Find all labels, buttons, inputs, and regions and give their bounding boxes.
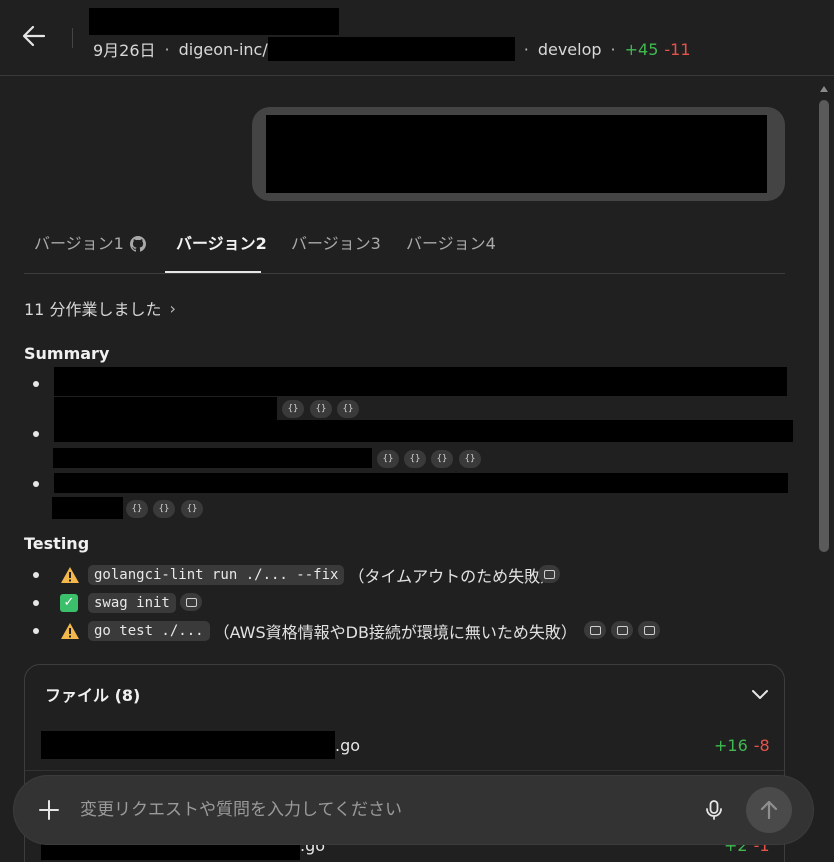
test-command: swag init xyxy=(88,593,176,613)
tab-label: バージョン1 xyxy=(34,234,124,253)
scroll-up-arrow[interactable] xyxy=(820,86,828,92)
summary-heading: Summary xyxy=(24,344,110,363)
summary-text-redacted xyxy=(53,448,372,468)
files-heading: ファイル (8) xyxy=(45,686,141,705)
testing-item: ✓ swag init xyxy=(60,591,176,615)
citation-chip[interactable]: {} xyxy=(337,400,359,418)
summary-text-redacted xyxy=(54,367,787,396)
test-result-note: （タイムアウトのため失敗） xyxy=(348,567,557,586)
chevron-down-icon[interactable] xyxy=(750,684,770,704)
arrow-up-icon xyxy=(760,800,778,820)
deletions-count: -11 xyxy=(664,39,691,59)
file-row-divider xyxy=(25,770,784,771)
task-date: 9月26日 xyxy=(93,41,156,60)
separator-dot: · xyxy=(164,39,170,59)
summary-text-redacted xyxy=(54,420,793,442)
check-icon: ✓ xyxy=(60,594,78,612)
citation-chip[interactable]: {} xyxy=(431,450,453,468)
repo-owner: digeon-inc/ xyxy=(178,39,268,59)
additions-count: +45 xyxy=(624,39,659,59)
summary-text-redacted xyxy=(52,497,123,519)
test-command: golangci-lint run ./... --fix xyxy=(88,565,345,585)
send-button[interactable] xyxy=(746,787,792,833)
summary-text-redacted xyxy=(54,397,277,420)
back-button[interactable] xyxy=(18,20,50,52)
github-icon xyxy=(129,236,146,252)
test-result-note: （AWS資格情報やDB接続が環境に無いため失敗） xyxy=(213,623,577,642)
testing-bullet xyxy=(33,628,39,634)
tab-version-4[interactable]: バージョン4 xyxy=(406,222,496,274)
microphone-icon[interactable] xyxy=(702,798,726,822)
repo-name-redacted xyxy=(267,37,515,61)
tab-label: バージョン2 xyxy=(176,234,267,253)
terminal-log-chip[interactable] xyxy=(584,621,606,639)
work-log-toggle[interactable]: 11 分作業しました › xyxy=(24,296,176,320)
testing-item: go test ./... （AWS資格情報やDB接続が環境に無いため失敗） xyxy=(60,619,577,643)
summary-bullet xyxy=(33,431,39,437)
tab-version-2[interactable]: バージョン2 xyxy=(176,222,267,274)
citation-chip[interactable]: {} xyxy=(310,400,332,418)
separator-dot: · xyxy=(610,39,616,59)
tab-label: バージョン3 xyxy=(291,234,381,253)
separator-dot: · xyxy=(523,39,529,59)
version-tabs: バージョン1 バージョン2 バージョン3 バージョン4 xyxy=(24,222,785,274)
citation-chip[interactable]: {} xyxy=(377,450,399,468)
citation-chip[interactable]: {} xyxy=(282,400,304,418)
testing-bullet xyxy=(33,600,39,606)
tab-label: バージョン4 xyxy=(406,234,496,253)
file-additions: +16 xyxy=(714,736,748,755)
scrollbar-thumb[interactable] xyxy=(819,100,829,552)
summary-bullet xyxy=(33,481,39,487)
test-command: go test ./... xyxy=(88,621,210,641)
terminal-log-chip[interactable] xyxy=(638,621,660,639)
summary-bullet xyxy=(33,381,39,387)
task-meta: 9月26日 · digeon-inc/ · develop · +45 -11 xyxy=(93,37,691,61)
message-input[interactable] xyxy=(80,796,680,824)
testing-item: golangci-lint run ./... --fix （タイムアウトのため… xyxy=(60,563,556,587)
branch-name: develop xyxy=(537,39,602,59)
work-duration-label: 11 分作業しました xyxy=(24,300,162,319)
app-root: 9月26日 · digeon-inc/ · develop · +45 -11 … xyxy=(0,0,834,862)
header: 9月26日 · digeon-inc/ · develop · +45 -11 xyxy=(0,0,834,76)
terminal-log-chip[interactable] xyxy=(538,565,560,583)
file-deletions: -8 xyxy=(753,736,770,755)
testing-heading: Testing xyxy=(24,534,90,553)
user-message-redacted xyxy=(266,115,767,193)
citation-chip[interactable]: {} xyxy=(153,500,175,518)
tab-version-3[interactable]: バージョン3 xyxy=(291,222,381,274)
header-divider xyxy=(72,28,73,48)
warning-icon xyxy=(61,567,79,583)
citation-chip[interactable]: {} xyxy=(459,450,481,468)
summary-text-redacted xyxy=(54,473,788,493)
terminal-log-chip[interactable] xyxy=(180,593,202,611)
citation-chip[interactable]: {} xyxy=(126,500,148,518)
testing-bullet xyxy=(33,572,39,578)
task-title-redacted xyxy=(89,8,339,35)
citation-chip[interactable]: {} xyxy=(181,500,203,518)
active-tab-indicator xyxy=(165,271,261,273)
terminal-log-chip[interactable] xyxy=(611,621,633,639)
arrow-left-icon xyxy=(22,25,46,47)
add-attachment-button[interactable] xyxy=(36,797,62,823)
user-message-bubble xyxy=(252,107,785,201)
warning-icon xyxy=(61,623,79,639)
tab-version-1[interactable]: バージョン1 xyxy=(34,222,146,274)
file-path-redacted[interactable] xyxy=(41,731,335,759)
file-extension: .go xyxy=(335,736,361,755)
file-diff-stats: +16 -8 xyxy=(714,736,770,755)
chevron-right-icon: › xyxy=(169,298,176,318)
citation-chip[interactable]: {} xyxy=(404,450,426,468)
